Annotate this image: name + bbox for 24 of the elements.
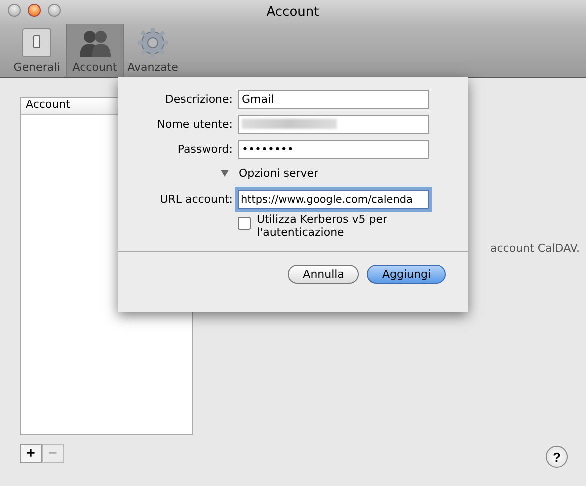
toolbar-tab[interactable]: Avanzate — [124, 24, 182, 77]
input-field[interactable] — [238, 115, 429, 134]
cancel-button[interactable]: Annulla — [288, 265, 360, 284]
add-button[interactable]: Aggiungi — [367, 265, 446, 284]
toolbar-tab[interactable]: Account — [66, 24, 124, 77]
checkbox-label[interactable]: Utilizza Kerberos v5 per l'autenticazione — [257, 213, 417, 239]
add-button[interactable]: + — [20, 444, 42, 463]
window-button[interactable] — [8, 4, 21, 17]
help-button[interactable]: ? — [546, 446, 568, 468]
disclosure-toggle[interactable]: Opzioni server — [221, 165, 429, 184]
input-field[interactable]: •••••••• — [238, 140, 429, 159]
field-label: Nome utente: — [156, 118, 233, 131]
hint-text: account CalDAV. — [490, 242, 580, 255]
input-field[interactable]: https://www.google.com/calenda — [238, 190, 429, 209]
toolbar-tab[interactable]: Generali — [8, 24, 66, 77]
switch-icon — [21, 27, 53, 59]
close-button[interactable] — [28, 4, 41, 17]
field-label: Password: — [176, 143, 233, 156]
window-title: Account — [266, 4, 320, 20]
input-field[interactable]: Gmail — [238, 90, 429, 109]
checkbox[interactable] — [238, 217, 251, 230]
gear-icon — [137, 27, 169, 59]
window-button[interactable] — [48, 4, 61, 17]
field-label: URL account: — [159, 193, 233, 206]
